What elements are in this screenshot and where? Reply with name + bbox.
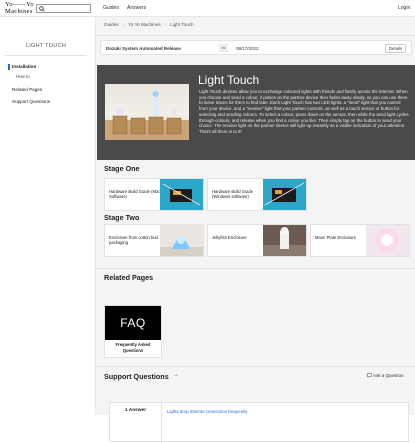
breadcrumb-guides[interactable]: Guides (104, 22, 119, 27)
sidebar-divider (5, 55, 87, 56)
guide-card-image (160, 225, 203, 256)
question-row[interactable]: 1 Answer Lights drop internet connection… (109, 402, 409, 443)
logo-line-1: Yo——Yo (5, 1, 34, 8)
breadcrumb-yo-yo-machines[interactable]: Yo Yo Machines (128, 22, 161, 27)
logo-line-2: Machines (5, 8, 33, 15)
guide-card-image (263, 225, 306, 256)
ask-question-label: Ask a Question (373, 373, 404, 378)
chat-bubble-icon (367, 373, 372, 379)
guide-card[interactable]: Enclosure from cotton bud packaging (104, 224, 204, 257)
guide-card-label: Hardware Build Guide (Windows software) (212, 189, 253, 200)
login-link[interactable]: Login (398, 5, 410, 11)
ask-question-button[interactable]: Ask a Question (367, 373, 404, 379)
guide-card[interactable]: Jellyfish Enclosure (207, 224, 307, 257)
search-icon (39, 6, 45, 12)
sidebar-item-installation[interactable]: Installation (12, 64, 36, 69)
breadcrumb: Guides › Yo Yo Machines › Light Touch (104, 22, 194, 27)
release-name: Dozuki System Automated Release (106, 46, 181, 51)
support-questions-heading: Support Questions (104, 372, 169, 381)
guide-card-label: Hardware Build Guide (Mac Software) (109, 189, 161, 200)
breadcrumb-divider (96, 35, 415, 36)
guide-card-image (366, 225, 409, 256)
related-page-card[interactable]: FAQ Frequently Asked Questions (104, 305, 162, 358)
site-logo[interactable]: Yo——Yo Machines (5, 1, 34, 15)
sidebar: LIGHT TOUCH Installation How to Related … (0, 17, 92, 415)
search-input[interactable] (36, 4, 91, 13)
guide-card[interactable]: Moon Plate Enclosure (310, 224, 410, 257)
section-divider (96, 366, 415, 367)
release-infobar: Dozuki System Automated Release vs 08/17… (100, 40, 412, 55)
guide-card[interactable]: Hardware Build Guide (Windows software) (207, 178, 307, 211)
top-navbar: Yo——Yo Machines Guides Answers Login (0, 0, 415, 17)
guide-card-image (263, 179, 306, 210)
related-page-label: Frequently Asked Questions (115, 342, 151, 353)
question-link[interactable]: Lights drop internet connection frequent… (167, 409, 248, 414)
details-button[interactable]: Details (385, 44, 406, 53)
hero-description: Light Touch devices allow you to exchang… (199, 89, 409, 134)
sidebar-item-related-pages[interactable]: Related Pages (12, 87, 42, 92)
faq-image: FAQ (105, 306, 161, 340)
sidebar-item-how-to[interactable]: How to (16, 74, 30, 79)
nav-answers-link[interactable]: Answers (127, 5, 146, 11)
guide-card-label: Jellyfish Enclosure (212, 235, 247, 240)
release-date: 08/17/2022 (236, 46, 259, 51)
hero-title: Light Touch (198, 73, 260, 87)
breadcrumb-light-touch: Light Touch (170, 22, 194, 27)
nav-guides-link[interactable]: Guides (103, 5, 119, 11)
guide-card[interactable]: Hardware Build Guide (Mac Software) (104, 178, 204, 211)
guide-card-label: Enclosure from cotton bud packaging (109, 235, 158, 246)
hero-banner: Light Touch Light Touch devices allow yo… (97, 65, 415, 160)
answer-count: 1 Answer (124, 408, 147, 413)
stage-one-heading: Stage One (104, 164, 140, 173)
arrow-right-icon[interactable]: → (173, 372, 179, 378)
version-badge: vs (219, 44, 228, 52)
hero-photo (105, 90, 189, 140)
section-divider (96, 268, 415, 269)
hero-image (105, 84, 189, 140)
stage-two-heading: Stage Two (104, 213, 140, 222)
guide-card-label: Moon Plate Enclosure (315, 235, 356, 240)
active-indicator (8, 64, 10, 70)
sidebar-title: LIGHT TOUCH (25, 43, 67, 49)
answer-divider (161, 403, 162, 443)
guide-card-image (160, 179, 203, 210)
related-pages-heading: Related Pages (104, 273, 154, 282)
sidebar-item-support-questions[interactable]: Support Questions (12, 99, 50, 104)
main-content: Guides › Yo Yo Machines › Light Touch Dozuki… (95, 17, 415, 443)
